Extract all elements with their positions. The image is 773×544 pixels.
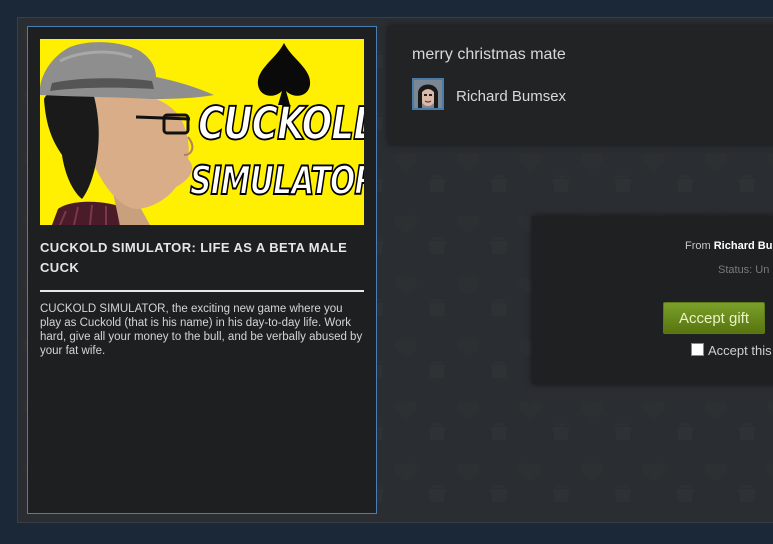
game-card: CUCKOLD SIMULATOR CUCKOLD SIMULATOR: LIF… bbox=[27, 26, 377, 514]
from-label: From bbox=[685, 240, 711, 252]
status-text: Status: Un bbox=[718, 264, 770, 276]
accept-checkbox-label[interactable]: Accept this bbox=[708, 343, 772, 358]
accept-gift-box: From Richard Bu Status: Un Accept gift A… bbox=[532, 216, 773, 384]
gift-message-box: merry christmas mate Richard Bumsex bbox=[388, 26, 773, 144]
capsule-title-line1: CUCKOLD bbox=[197, 98, 364, 151]
from-line: From Richard Bu bbox=[685, 240, 772, 252]
avatar-image bbox=[414, 80, 442, 108]
gift-message-text: merry christmas mate bbox=[412, 46, 566, 63]
sender-name-link[interactable]: Richard Bumsex bbox=[456, 88, 566, 105]
game-capsule-image[interactable]: CUCKOLD SIMULATOR bbox=[40, 39, 364, 225]
title-divider bbox=[40, 290, 364, 292]
accept-gift-button[interactable]: Accept gift bbox=[663, 302, 765, 334]
accept-checkbox-row[interactable]: Accept this bbox=[691, 343, 772, 358]
accept-checkbox[interactable] bbox=[691, 343, 704, 356]
gift-panel: CUCKOLD SIMULATOR CUCKOLD SIMULATOR: LIF… bbox=[17, 17, 773, 523]
game-title[interactable]: CUCKOLD SIMULATOR: LIFE AS A BETA MALE C… bbox=[40, 238, 360, 278]
sender-avatar[interactable] bbox=[412, 78, 444, 110]
game-description: CUCKOLD SIMULATOR, the exciting new game… bbox=[40, 303, 363, 357]
capsule-title-line2: SIMULATOR bbox=[189, 158, 364, 205]
from-name[interactable]: Richard Bu bbox=[714, 240, 773, 252]
